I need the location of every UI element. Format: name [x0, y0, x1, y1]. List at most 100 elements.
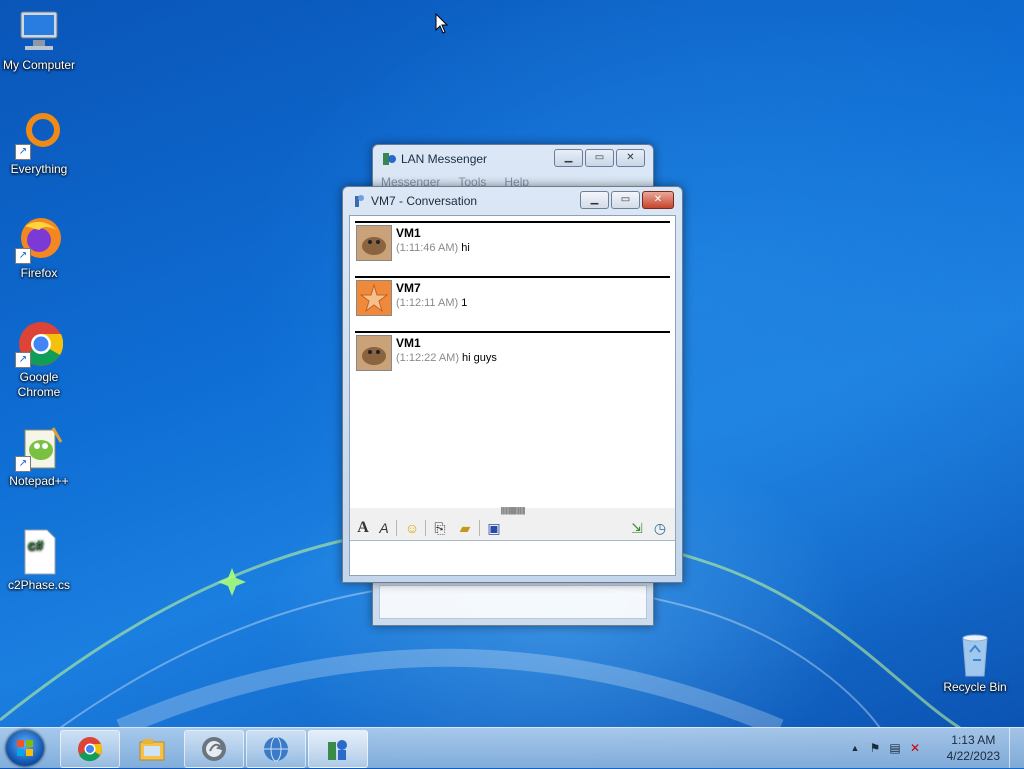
close-icon: ✕: [653, 194, 663, 205]
minimize-icon: ▁: [564, 152, 573, 163]
action-center-flag-icon[interactable]: ⚑: [868, 741, 882, 755]
network-status-icon[interactable]: ▤: [888, 741, 902, 755]
avatar-cat: [356, 225, 392, 261]
maximize-button[interactable]: ▭: [585, 149, 614, 167]
clock-time: 1:13 AM: [951, 733, 996, 747]
notepadpp-icon: ↗: [15, 424, 63, 472]
toolbar-divider: [479, 520, 480, 536]
csharp-file-icon: c#: [15, 528, 63, 576]
minimize-button[interactable]: ▁: [580, 191, 609, 209]
windows-logo-icon: [17, 740, 33, 756]
desktop-icon-everything[interactable]: ↗ Everything: [0, 112, 78, 177]
minimize-icon: ▁: [590, 194, 599, 205]
message-text: 1: [461, 297, 468, 309]
conversation-icon: [355, 195, 364, 207]
history-icon[interactable]: ◷: [651, 519, 669, 537]
smiley-icon[interactable]: ☺: [403, 519, 421, 537]
desktop-icon-notepadpp[interactable]: ↗ Notepad++: [0, 424, 78, 489]
shortcut-arrow-icon: ↗: [15, 352, 31, 368]
toolbar-divider: [396, 520, 397, 536]
app-icon: [202, 737, 226, 761]
message-item: VM1 (1:11:46 AM) hi: [355, 221, 670, 271]
taskbar-chrome[interactable]: [60, 730, 120, 768]
desktop-icon-label: Firefox: [20, 266, 58, 280]
chrome-icon: [78, 737, 102, 762]
message-time: (1:12:22 AM): [396, 352, 459, 364]
shortcut-arrow-icon: ↗: [15, 144, 31, 160]
window-title: LAN Messenger: [401, 152, 488, 166]
taskbar-app[interactable]: [184, 730, 244, 768]
desktop: My Computer ↗ Everything ↗ Firefox ↗ Goo…: [0, 0, 1024, 728]
attach-file-icon[interactable]: ⎘: [431, 519, 449, 537]
message-text: hi guys: [462, 352, 497, 364]
avatar-cat: [356, 335, 392, 371]
lan-messenger-panel: [379, 585, 647, 619]
close-button[interactable]: ✕: [642, 191, 674, 209]
message-time: (1:12:11 AM): [396, 297, 459, 309]
mouse-cursor-icon: [435, 13, 449, 34]
everything-icon: ↗: [15, 112, 63, 160]
lan-messenger-icon: [383, 153, 396, 165]
desktop-icon-firefox[interactable]: ↗ Firefox: [0, 216, 78, 281]
conversation-titlebar[interactable]: VM7 - Conversation ▁ ▭ ✕: [343, 187, 682, 215]
desktop-icon-recycle-bin[interactable]: Recycle Bin: [936, 630, 1014, 695]
system-tray: ▲ ⚑ ▤ ✕ 1:13 AM 4/22/2023: [834, 728, 1024, 768]
desktop-icon-label: c2Phase.cs: [7, 578, 71, 592]
desktop-icon-label: Notepad++: [9, 474, 69, 488]
desktop-icon-my-computer[interactable]: My Computer: [0, 8, 78, 73]
volume-muted-icon[interactable]: ✕: [908, 741, 922, 755]
message-input[interactable]: [350, 540, 675, 575]
chat-history[interactable]: VM1 (1:11:46 AM) hi VM7 (1:12:11 AM) 1 V…: [350, 216, 675, 508]
restore-icon: ▭: [620, 194, 631, 205]
message-sender: VM1: [396, 226, 421, 240]
font-icon[interactable]: A: [354, 519, 372, 537]
save-icon[interactable]: ▣: [485, 519, 503, 537]
shortcut-arrow-icon: ↗: [15, 248, 31, 264]
message-sender: VM1: [396, 336, 421, 350]
explorer-icon: [139, 739, 165, 761]
desktop-icon-c2phase[interactable]: c# c2Phase.cs: [0, 528, 78, 593]
minimize-button[interactable]: ▁: [554, 149, 583, 167]
close-icon: ✕: [626, 152, 635, 163]
start-button[interactable]: [6, 730, 44, 766]
lan-messenger-titlebar[interactable]: LAN Messenger ▁ ▭ ✕: [373, 145, 653, 173]
recycle-bin-icon: [951, 630, 999, 678]
clock-date: 4/22/2023: [946, 749, 1000, 763]
taskbar: ▲ ⚑ ▤ ✕ 1:13 AM 4/22/2023: [0, 727, 1024, 768]
taskbar-lan-messenger[interactable]: [308, 730, 368, 768]
export-icon[interactable]: ⇲: [628, 519, 646, 537]
desktop-icon-label: Google Chrome: [17, 370, 61, 399]
lan-messenger-icon: [328, 740, 347, 760]
close-button[interactable]: ✕: [616, 149, 645, 167]
computer-icon: [15, 8, 63, 56]
font-style-icon[interactable]: A: [375, 519, 393, 537]
window-title: VM7 - Conversation: [371, 194, 478, 208]
message-toolbar: A A ☺ ⎘ ▰ ▣ ⇲ ◷: [350, 516, 675, 540]
desktop-icon-chrome[interactable]: ↗ Google Chrome: [0, 320, 78, 400]
message-time: (1:11:46 AM): [396, 242, 459, 254]
clock[interactable]: 1:13 AM 4/22/2023: [947, 732, 1000, 764]
taskbar-explorer[interactable]: [122, 730, 182, 768]
message-text: hi: [461, 242, 470, 254]
show-hidden-icons-icon[interactable]: ▲: [848, 741, 862, 755]
firefox-icon: ↗: [15, 216, 63, 264]
chrome-icon: ↗: [15, 320, 64, 368]
message-sender: VM7: [396, 281, 421, 295]
message-item: VM7 (1:12:11 AM) 1: [355, 276, 670, 326]
restore-icon: ▭: [594, 152, 605, 163]
conversation-window[interactable]: VM7 - Conversation ▁ ▭ ✕ VM1 (1:11:46 AM…: [342, 186, 683, 583]
conversation-body: VM1 (1:11:46 AM) hi VM7 (1:12:11 AM) 1 V…: [349, 215, 676, 576]
network-icon: [264, 736, 288, 762]
svg-text:c#: c#: [28, 537, 44, 553]
desktop-icon-label: Recycle Bin: [943, 680, 1007, 694]
message-item: VM1 (1:12:22 AM) hi guys: [355, 331, 670, 381]
splitter-handle[interactable]: ||||||||||||||||||||||: [350, 507, 675, 516]
avatar-starfish: [356, 280, 392, 316]
shortcut-arrow-icon: ↗: [15, 456, 31, 472]
taskbar-network[interactable]: [246, 730, 306, 768]
desktop-icon-label: Everything: [10, 162, 68, 176]
send-folder-icon[interactable]: ▰: [456, 519, 474, 537]
desktop-icon-label: My Computer: [2, 58, 76, 72]
show-desktop-button[interactable]: [1009, 728, 1024, 768]
maximize-button[interactable]: ▭: [611, 191, 640, 209]
